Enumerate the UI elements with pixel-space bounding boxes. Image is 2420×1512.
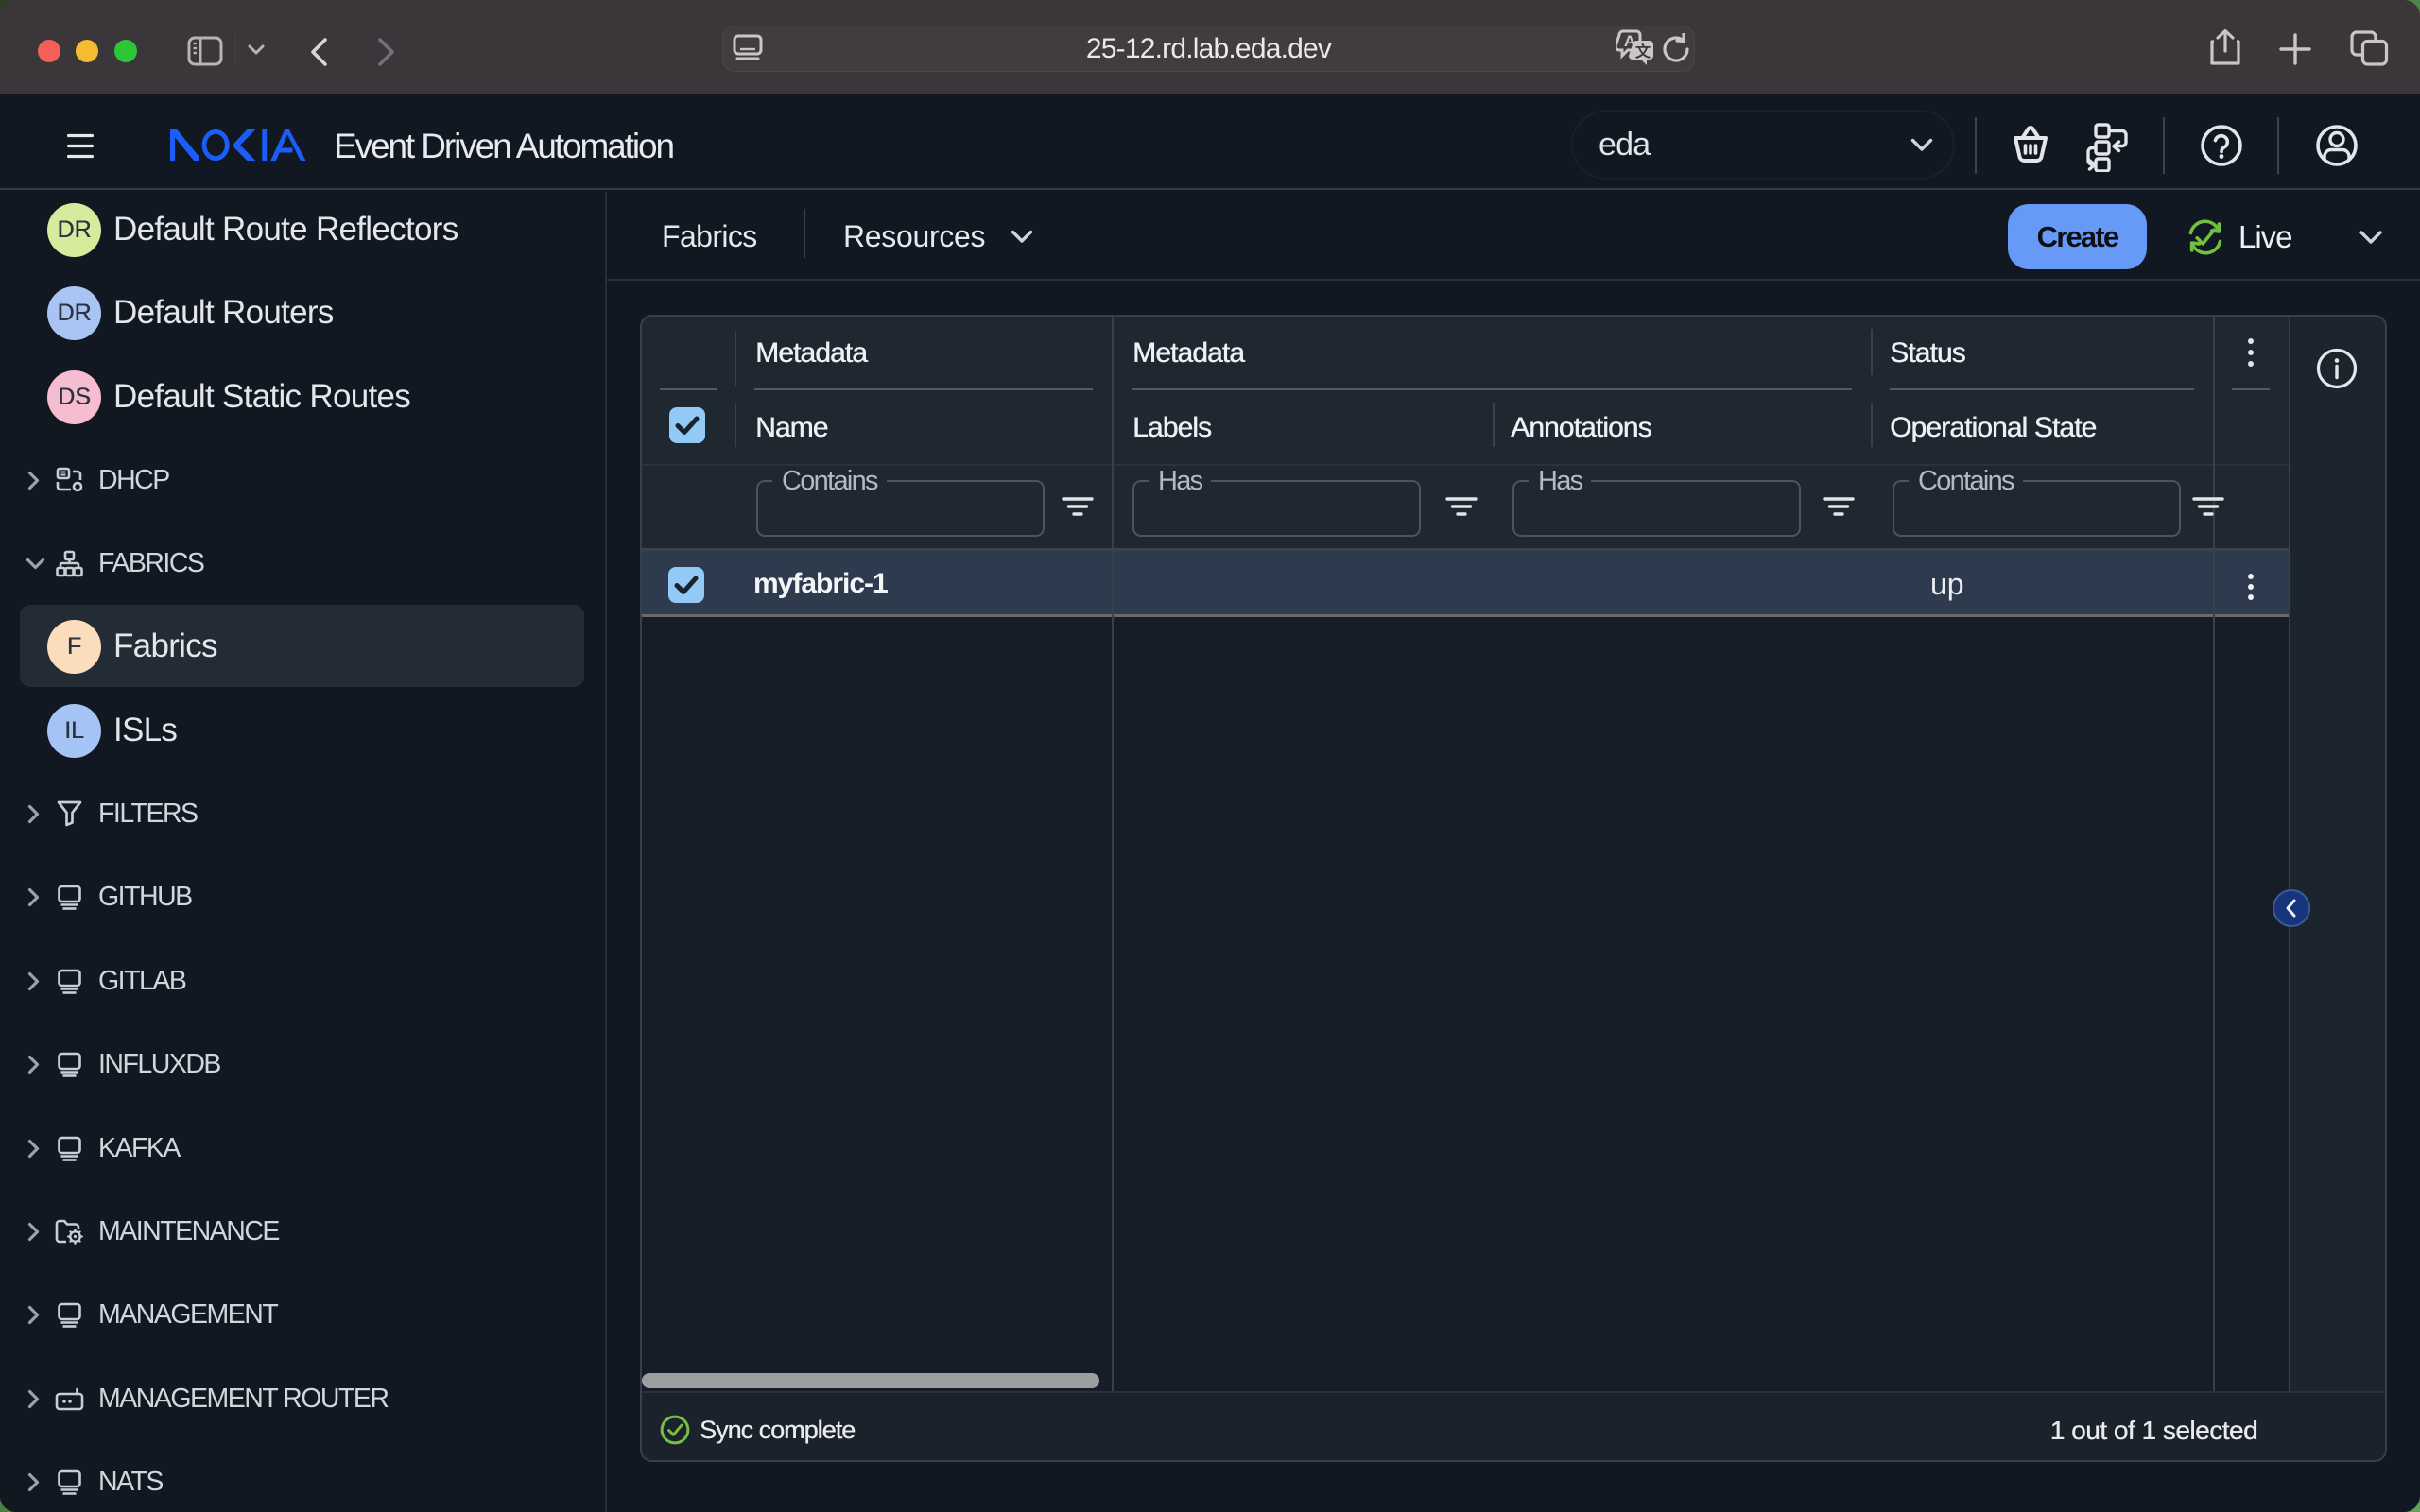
- svg-text:文: 文: [1635, 43, 1651, 60]
